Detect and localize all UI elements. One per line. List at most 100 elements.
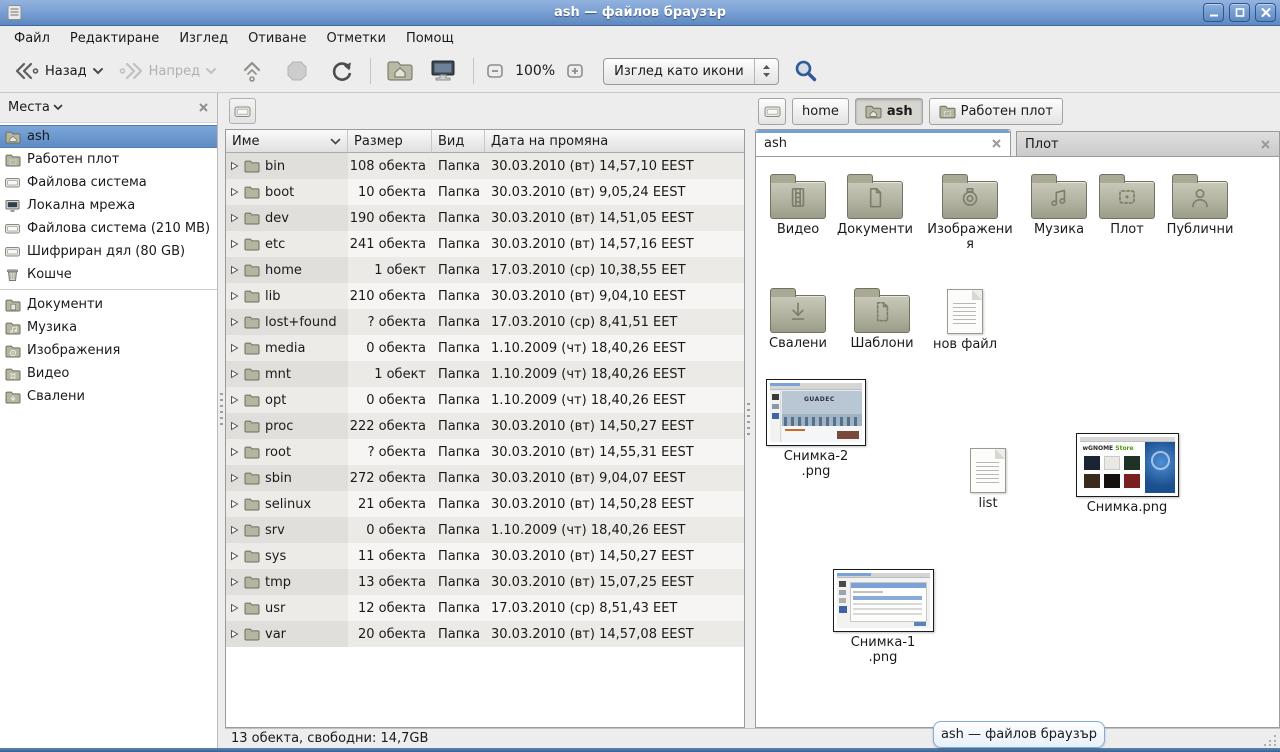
icon-view-item[interactable]: Видео [756,173,840,238]
zoom-in-button[interactable] [563,59,587,83]
icon-view[interactable]: ВидеоДокументиИзображенияМузикаПлотПубли… [755,156,1280,728]
table-row[interactable]: root? обектаПапка30.03.2010 (вт) 14,55,3… [226,439,744,465]
home-button[interactable] [380,55,420,87]
table-row[interactable]: lib210 обектаПапка30.03.2010 (вт) 9,04,1… [226,283,744,309]
tab-close-button[interactable] [1260,139,1271,150]
up-button[interactable] [233,54,271,88]
table-row[interactable]: srv0 обектаПапка1.10.2009 (чт) 18,40,26 … [226,517,744,543]
menu-item-3[interactable]: Изглед [169,29,238,48]
icon-view-item[interactable]: нов файл [923,287,1007,353]
expander-icon[interactable] [230,473,239,483]
expander-icon[interactable] [230,317,239,327]
sidebar-item[interactable]: Файлова система [0,171,217,194]
table-row[interactable]: etc241 обектаПапка30.03.2010 (вт) 14,57,… [226,231,744,257]
tab-close-button[interactable] [991,138,1002,149]
expander-icon[interactable] [230,239,239,249]
sidebar-item[interactable]: Работен плот [0,148,217,171]
icon-view-item[interactable]: Свалени [756,287,840,352]
reload-button[interactable] [323,54,361,88]
icon-view-item[interactable]: Публични [1158,173,1242,238]
table-row[interactable]: boot10 обектаПапка30.03.2010 (вт) 9,05,2… [226,179,744,205]
path-button-ash[interactable]: ash [855,98,923,125]
table-row[interactable]: lost+found? обектаПапка17.03.2010 (ср) 8… [226,309,744,335]
table-row[interactable]: proc222 обектаПапка30.03.2010 (вт) 14,50… [226,413,744,439]
icon-view-item[interactable]: Изображения [926,173,1014,253]
menu-item-5[interactable]: Отметки [316,29,395,48]
expander-icon[interactable] [230,265,239,275]
table-row[interactable]: bin108 обектаПапка30.03.2010 (вт) 14,57,… [226,153,744,179]
table-row[interactable]: selinux21 обектаПапка30.03.2010 (вт) 14,… [226,491,744,517]
root-location-button[interactable] [229,98,256,124]
column-header-date[interactable]: Дата на промяна [485,130,744,153]
table-row[interactable]: sbin272 обектаПапка30.03.2010 (вт) 9,04,… [226,465,744,491]
maximize-button[interactable] [1229,3,1250,22]
expander-icon[interactable] [230,551,239,561]
expander-icon[interactable] [230,343,239,353]
table-row[interactable]: sys11 обектаПапка30.03.2010 (вт) 14,50,2… [226,543,744,569]
table-row[interactable]: usr12 обектаПапка17.03.2010 (ср) 8,51,43… [226,595,744,621]
sidebar-mode-select[interactable]: Места [8,100,63,115]
expander-icon[interactable] [230,421,239,431]
sidebar-item[interactable]: Шифриран дял (80 GB) [0,240,217,263]
expander-icon[interactable] [230,369,239,379]
table-row[interactable]: tmp13 обектаПапка30.03.2010 (вт) 15,07,2… [226,569,744,595]
zoom-out-button[interactable] [483,59,507,83]
column-header-name[interactable]: Име [226,130,348,153]
icon-view-item[interactable]: GUADECСнимка-2.png [763,379,869,480]
sidebar-item[interactable]: Локална мрежа [0,194,217,217]
sidebar-item[interactable]: Изображения [0,339,217,362]
pane-splitter[interactable] [745,93,755,728]
expander-icon[interactable] [230,499,239,509]
path-button-desktop[interactable]: Работен плот [929,98,1063,125]
column-header-size[interactable]: Размер [348,130,432,153]
table-row[interactable]: dev190 обектаПапка30.03.2010 (вт) 14,51,… [226,205,744,231]
icon-view-item[interactable]: list [948,446,1028,512]
sidebar-item[interactable]: Документи [0,293,217,316]
title-bar[interactable]: ash — файлов браузър [0,0,1280,26]
table-row[interactable]: media0 обектаПапка1.10.2009 (чт) 18,40,2… [226,335,744,361]
resize-grip[interactable] [1264,734,1278,746]
sidebar-splitter[interactable] [218,93,225,748]
icon-view-item[interactable]: Плот [1085,173,1169,238]
expander-icon[interactable] [230,629,239,639]
expander-icon[interactable] [230,577,239,587]
root-location-button[interactable] [758,98,786,125]
expander-icon[interactable] [230,213,239,223]
search-button[interactable] [791,56,821,86]
path-button-home[interactable]: home [792,98,849,125]
table-row[interactable]: opt0 обектаПапка1.10.2009 (чт) 18,40,26 … [226,387,744,413]
sidebar-item[interactable]: Файлова система (210 MB) [0,217,217,240]
sidebar-item[interactable]: ash [0,125,217,148]
column-header-type[interactable]: Вид [432,130,485,153]
tab-plot[interactable]: Плот [1016,131,1280,156]
sidebar-item[interactable]: Видео [0,362,217,385]
sidebar-item[interactable]: Музика [0,316,217,339]
expander-icon[interactable] [230,395,239,405]
expander-icon[interactable] [230,525,239,535]
sidebar-item[interactable]: Кошче [0,263,217,286]
sidebar-close-button[interactable] [198,102,209,113]
table-row[interactable]: var20 обектаПапка30.03.2010 (вт) 14,57,0… [226,621,744,647]
table-row[interactable]: mnt1 обектПапка1.10.2009 (чт) 18,40,26 E… [226,361,744,387]
computer-button[interactable] [422,54,464,88]
view-mode-select[interactable]: Изглед като икони [603,58,779,85]
minimize-button[interactable] [1203,3,1224,22]
menu-item-1[interactable]: Файл [4,29,60,48]
icon-view-item[interactable]: Шаблони [840,287,924,352]
expander-icon[interactable] [230,161,239,171]
stop-button[interactable] [279,55,315,87]
close-button[interactable] [1255,3,1276,22]
expander-icon[interactable] [230,603,239,613]
expander-icon[interactable] [230,291,239,301]
menu-item-4[interactable]: Отиване [238,29,316,48]
sidebar-item[interactable]: Свалени [0,385,217,408]
menu-item-6[interactable]: Помощ [396,29,464,48]
icon-view-item[interactable]: wGNOME StoreСнимка.png [1074,433,1180,516]
table-row[interactable]: home1 обектПапка17.03.2010 (ср) 10,38,55… [226,257,744,283]
forward-button[interactable]: Напред [112,56,223,86]
icon-view-item[interactable]: Снимка-1.png [830,569,936,666]
icon-view-item[interactable]: Документи [833,173,917,238]
back-button[interactable]: Назад [8,56,110,86]
expander-icon[interactable] [230,447,239,457]
expander-icon[interactable] [230,187,239,197]
